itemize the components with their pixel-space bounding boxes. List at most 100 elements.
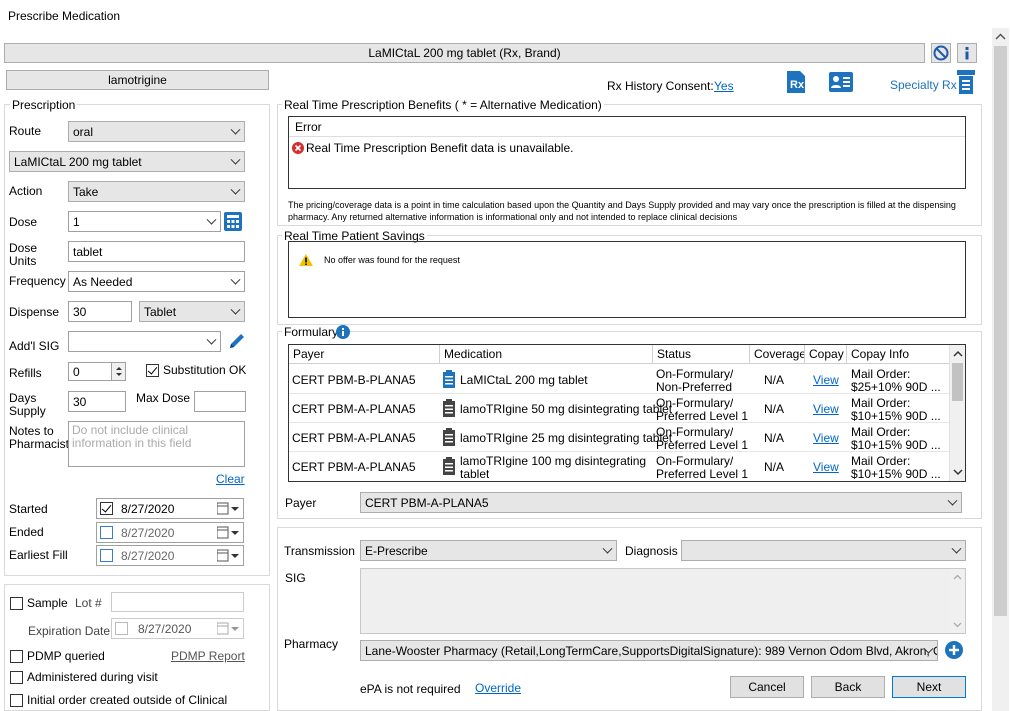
- frequency-select[interactable]: As Needed: [68, 271, 245, 292]
- started-checkbox[interactable]: [100, 502, 113, 515]
- pharmacy-select[interactable]: Lane-Wooster Pharmacy (Retail,LongTermCa…: [360, 640, 938, 661]
- formulary-scrollbar[interactable]: [949, 345, 965, 481]
- clear-link[interactable]: Clear: [216, 472, 245, 486]
- row-coverage: N/A: [764, 373, 785, 387]
- pencil-icon-button[interactable]: [227, 331, 247, 351]
- formulary-table: Payer Medication Status Coverage Copay C…: [288, 344, 966, 482]
- col-payer[interactable]: Payer: [289, 345, 440, 363]
- chevron-down-icon: [231, 279, 241, 285]
- block-icon-button[interactable]: [931, 43, 951, 63]
- spinner-buttons[interactable]: [111, 363, 125, 380]
- ended-checkbox[interactable]: [100, 526, 113, 539]
- table-row[interactable]: CERT PBM-A-PLANA5 lamoTRIgine 50 mg disi…: [289, 394, 949, 423]
- col-coverage[interactable]: Coverage: [750, 345, 805, 363]
- rx-history-consent-label: Rx History Consent:: [607, 79, 714, 93]
- col-copay-info[interactable]: Copay Info: [847, 345, 949, 363]
- started-label: Started: [9, 502, 48, 516]
- info-icon-button[interactable]: [957, 43, 977, 63]
- pdmp-queried-checkbox[interactable]: [10, 650, 23, 663]
- table-row[interactable]: CERT PBM-B-PLANA5 LaMICtaL 200 mg tablet…: [289, 365, 949, 394]
- drug-select[interactable]: LaMICtaL 200 mg tablet: [9, 151, 245, 172]
- earliest-fill-checkbox[interactable]: [100, 549, 113, 562]
- error-icon: [292, 142, 304, 154]
- days-supply-input[interactable]: 30: [68, 391, 126, 412]
- window-scrollbar[interactable]: [992, 28, 1009, 711]
- administered-checkbox[interactable]: [10, 671, 23, 684]
- calendar-dropdown-icon[interactable]: [216, 622, 241, 635]
- row-copay-link[interactable]: View: [813, 431, 839, 445]
- row-copay-link[interactable]: View: [813, 402, 839, 416]
- table-row[interactable]: CERT PBM-A-PLANA5 lamoTRIgine 100 mg dis…: [289, 452, 949, 481]
- scroll-up-icon[interactable]: [992, 30, 1009, 44]
- row-copay-link[interactable]: View: [813, 460, 839, 474]
- action-select[interactable]: Take: [68, 181, 245, 202]
- next-button[interactable]: Next: [892, 676, 966, 698]
- dispense-input[interactable]: 30: [68, 301, 132, 322]
- scroll-up-icon[interactable]: [950, 571, 965, 583]
- col-medication[interactable]: Medication: [440, 345, 653, 363]
- refills-spinner[interactable]: 0: [68, 362, 126, 381]
- patient-card-icon-button[interactable]: [829, 72, 853, 92]
- scroll-down-icon[interactable]: [950, 619, 965, 631]
- dose-combo[interactable]: 1: [68, 211, 221, 232]
- calendar-dropdown-icon[interactable]: [216, 526, 241, 539]
- lot-input[interactable]: [111, 592, 244, 612]
- lot-label: Lot #: [75, 596, 102, 610]
- pdmp-queried-label: PDMP queried: [27, 649, 105, 663]
- row-medication: lamoTRIgine 50 mg disintegrating tablet: [460, 402, 673, 416]
- max-dose-input[interactable]: [194, 391, 246, 412]
- row-copay-info-2: $10+15% 90D ...: [851, 438, 941, 452]
- specialty-rx-icon-button[interactable]: [957, 70, 975, 94]
- rx-history-consent-link[interactable]: Yes: [714, 79, 734, 93]
- sig-textarea[interactable]: [360, 568, 966, 634]
- route-select[interactable]: oral: [68, 121, 245, 142]
- window-scroll-thumb[interactable]: [994, 46, 1007, 616]
- notes-label-2: Pharmacist: [9, 437, 70, 451]
- row-copay-info-2: $10+15% 90D ...: [851, 467, 941, 481]
- formulary-payer-select[interactable]: CERT PBM-A-PLANA5: [360, 492, 962, 513]
- drug-value: LaMICtaL 200 mg tablet: [14, 155, 142, 169]
- formulary-payer-value: CERT PBM-A-PLANA5: [365, 496, 489, 510]
- row-copay-link[interactable]: View: [813, 373, 839, 387]
- substitution-ok-checkbox[interactable]: [146, 364, 159, 377]
- formulary-scroll-thumb[interactable]: [952, 363, 963, 401]
- transmission-select[interactable]: E-Prescribe: [360, 540, 617, 561]
- expiration-checkbox[interactable]: [115, 622, 128, 635]
- calculator-icon-button[interactable]: [224, 212, 242, 231]
- calendar-dropdown-icon[interactable]: [216, 549, 241, 562]
- add-pharmacy-icon[interactable]: [945, 641, 963, 659]
- row-medication: lamoTRIgine 100 mg disintegrating: [460, 454, 647, 468]
- block-icon: [933, 45, 949, 61]
- calendar-dropdown-icon[interactable]: [216, 502, 241, 515]
- sig-scrollbar[interactable]: [950, 569, 965, 633]
- addl-sig-combo[interactable]: [68, 331, 221, 352]
- dispense-unit-select[interactable]: Tablet: [139, 301, 245, 322]
- row-payer: CERT PBM-A-PLANA5: [292, 431, 416, 445]
- started-value: 8/27/2020: [121, 502, 175, 516]
- table-row[interactable]: CERT PBM-A-PLANA5 lamoTRIgine 25 mg disi…: [289, 423, 949, 452]
- specialty-rx-label[interactable]: Specialty Rx: [890, 78, 957, 92]
- notes-to-pharmacist-textarea[interactable]: Do not include clinical information in t…: [68, 421, 245, 467]
- override-link[interactable]: Override: [475, 681, 521, 695]
- col-copay[interactable]: Copay: [805, 345, 847, 363]
- scroll-up-icon[interactable]: [950, 347, 966, 361]
- row-status-2: Non-Preferred: [656, 380, 733, 394]
- cancel-button[interactable]: Cancel: [730, 676, 804, 698]
- rx-icon-button[interactable]: Rx: [786, 70, 806, 94]
- calculator-icon: [224, 212, 242, 231]
- pdmp-report-link[interactable]: PDMP Report: [171, 649, 245, 663]
- formulary-payer-label: Payer: [285, 496, 317, 510]
- spinner-arrows-icon: [116, 367, 122, 376]
- dose-units-input[interactable]: tablet: [68, 241, 245, 262]
- formulary-info-icon[interactable]: [336, 325, 350, 339]
- generic-drug-icon: [443, 399, 455, 417]
- scroll-down-icon[interactable]: [950, 465, 966, 479]
- back-button[interactable]: Back: [811, 676, 885, 698]
- sample-checkbox[interactable]: [10, 597, 23, 610]
- diagnosis-select[interactable]: [681, 540, 966, 561]
- dose-label: Dose: [9, 215, 38, 229]
- addl-sig-label: Add'l SIG: [9, 339, 60, 353]
- dose-units-value: tablet: [73, 245, 103, 259]
- col-status[interactable]: Status: [653, 345, 750, 363]
- initial-order-checkbox[interactable]: [10, 694, 23, 707]
